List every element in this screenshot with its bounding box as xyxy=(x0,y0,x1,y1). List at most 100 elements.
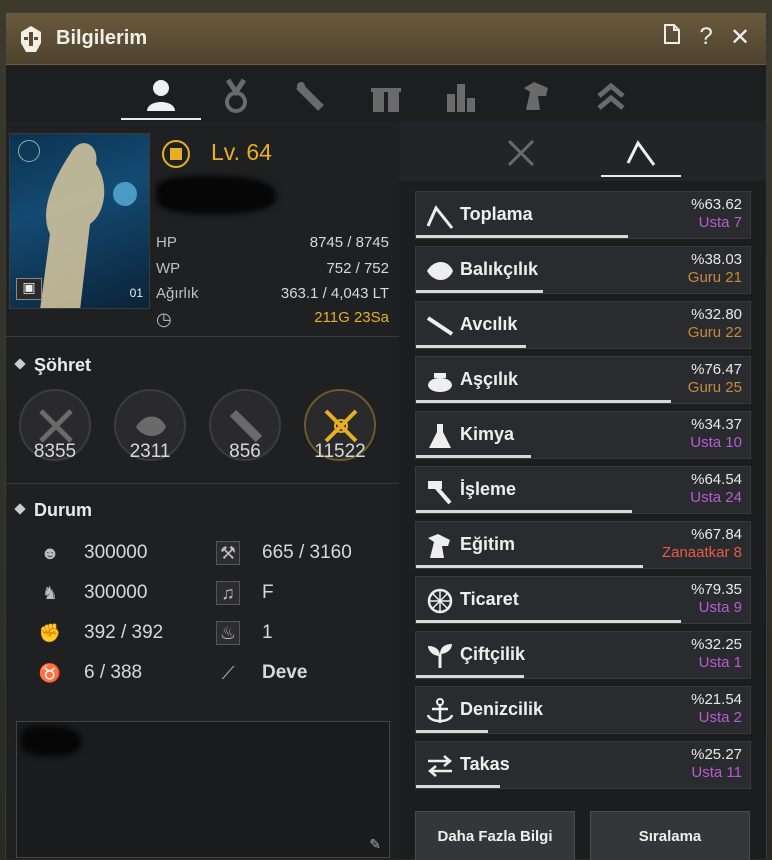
fame-life-value: 2311 xyxy=(129,441,171,462)
skill-row[interactable]: Balıkçılık %38.03 Guru 21 xyxy=(415,246,751,294)
medal-icon xyxy=(225,78,247,113)
skill-progress-bar xyxy=(416,510,632,513)
chevron-up-icon xyxy=(597,82,625,110)
status-wand: ⟋ Deve xyxy=(216,661,308,685)
camera-icon[interactable]: ▣ xyxy=(16,278,42,300)
close-icon[interactable]: ✕ xyxy=(728,23,752,52)
sprout-icon xyxy=(428,644,452,668)
life-skills-column: Toplama %63.62 Usta 7 Balıkçılık %38.03 … xyxy=(399,121,766,860)
guild-emblem-icon xyxy=(18,140,40,162)
skill-row[interactable]: Eğitim %67.84 Zanaatkar 8 xyxy=(415,521,751,569)
main-tabs xyxy=(6,66,766,121)
sickle-icon xyxy=(426,205,454,229)
skill-progress-bar xyxy=(416,785,501,788)
rifle-icon xyxy=(426,316,454,336)
helmet-logo-icon xyxy=(21,26,41,52)
tab-gifts[interactable] xyxy=(346,72,426,120)
skill-row[interactable]: Avcılık %32.80 Guru 22 xyxy=(415,301,751,349)
clock-icon: ◷ xyxy=(156,309,172,329)
tab-profile[interactable] xyxy=(121,72,201,120)
skill-progress-bar xyxy=(416,455,531,458)
wand-icon: ⟋ xyxy=(221,662,235,683)
window-title: Bilgilerim xyxy=(56,27,148,49)
taurus-icon: ♉ xyxy=(38,662,62,683)
skill-row[interactable]: İşleme %64.54 Usta 24 xyxy=(415,466,751,514)
skill-row[interactable]: Takas %25.27 Usta 11 xyxy=(415,741,751,789)
portrait-badge: 01 xyxy=(129,286,143,300)
status-energy: ☻ 300000 xyxy=(38,541,148,565)
skill-subtabs xyxy=(399,121,766,181)
subtab-combat[interactable] xyxy=(481,129,561,177)
status-taurus: ♉ 6 / 388 xyxy=(38,662,143,683)
redacted-note xyxy=(21,726,81,756)
stat-time: ◷ 211G 23Sa xyxy=(156,309,389,329)
music-icon: ♫ xyxy=(216,581,240,605)
skill-row[interactable]: Çiftçilik %32.25 Usta 1 xyxy=(415,631,751,679)
swap-icon xyxy=(428,755,452,777)
more-info-button[interactable]: Daha Fazla Bilgi xyxy=(415,811,575,860)
user-icon xyxy=(147,80,175,111)
character-portrait: ▣ 01 xyxy=(9,133,150,309)
skill-row[interactable]: Ticaret %79.35 Usta 9 xyxy=(415,576,751,624)
flask-icon xyxy=(429,424,451,448)
fame-quest-value: 856 xyxy=(229,441,261,462)
stat-wp: WP 752 / 752 xyxy=(156,260,389,277)
scroll-icon xyxy=(296,82,324,111)
stat-weight: Ağırlık 363.1 / 4,043 LT xyxy=(156,285,389,302)
skill-progress-bar xyxy=(416,345,526,348)
skill-row[interactable]: Kimya %34.37 Usta 10 xyxy=(415,411,751,459)
fish-icon xyxy=(427,262,453,280)
status-contribution: ♞ 300000 xyxy=(38,581,147,605)
level-label: Lv. 64 xyxy=(211,139,272,165)
tab-stats[interactable] xyxy=(421,72,501,120)
skill-progress-bar xyxy=(416,290,544,293)
divider xyxy=(6,483,399,484)
sickle-icon xyxy=(626,140,656,166)
skill-progress-bar xyxy=(416,400,672,403)
status-music: ♫ F xyxy=(216,581,274,605)
arm-icon: ✊ xyxy=(38,622,62,643)
skill-progress-bar xyxy=(416,235,629,238)
anchor-icon xyxy=(426,698,454,723)
subtab-life[interactable] xyxy=(601,129,681,177)
tools-icon: ⚒ xyxy=(216,541,240,565)
skill-row[interactable]: Toplama %63.62 Usta 7 xyxy=(415,191,751,239)
flame-icon: ♨ xyxy=(216,621,240,645)
divider xyxy=(6,336,399,337)
head-icon: ☻ xyxy=(40,542,60,563)
status-flame: ♨ 1 xyxy=(216,621,273,645)
skill-progress-bar xyxy=(416,675,524,678)
horse-head-icon xyxy=(428,534,450,558)
status-section-title: Durum xyxy=(14,500,92,521)
tab-quests[interactable] xyxy=(271,72,351,120)
hammer-icon xyxy=(428,481,452,505)
bar-chart-icon xyxy=(447,84,475,112)
title-bar[interactable]: Bilgilerim ? ✕ xyxy=(6,13,766,65)
skill-progress-bar xyxy=(416,620,682,623)
tab-mounts[interactable] xyxy=(496,72,576,120)
level-icon xyxy=(162,140,190,168)
crossed-swords-icon xyxy=(507,139,535,167)
help-icon[interactable]: ? xyxy=(694,23,718,52)
fame-section-title: Şöhret xyxy=(14,355,91,376)
stat-hp: HP 8745 / 8745 xyxy=(156,234,389,251)
status-tools: ⚒ 665 / 3160 xyxy=(216,541,352,565)
tab-rank[interactable] xyxy=(571,72,651,120)
tab-medals[interactable] xyxy=(196,72,276,120)
status-stamina: ✊ 392 / 392 xyxy=(38,622,164,643)
redacted-name xyxy=(156,176,276,214)
notes-textarea[interactable]: ✎ xyxy=(16,721,390,858)
skill-row[interactable]: Aşçılık %76.47 Guru 25 xyxy=(415,356,751,404)
fame-total-value: 11522 xyxy=(314,441,366,462)
character-info-window: Bilgilerim ? ✕ ▣ 01 Lv. 64 HP 8745 / 874… xyxy=(5,12,767,860)
profile-column: ▣ 01 Lv. 64 HP 8745 / 8745 WP 752 / 752 Ağ… xyxy=(6,121,399,859)
knight-icon: ♞ xyxy=(41,582,59,603)
gift-icon xyxy=(371,88,401,112)
cooking-pot-icon xyxy=(428,373,452,392)
skill-progress-bar xyxy=(416,730,488,733)
skill-row[interactable]: Denizcilik %21.54 Usta 2 xyxy=(415,686,751,734)
skill-progress-bar xyxy=(416,565,643,568)
pencil-icon[interactable]: ✎ xyxy=(369,836,381,853)
document-icon[interactable] xyxy=(660,23,684,52)
ranking-button[interactable]: Sıralama xyxy=(590,811,750,860)
